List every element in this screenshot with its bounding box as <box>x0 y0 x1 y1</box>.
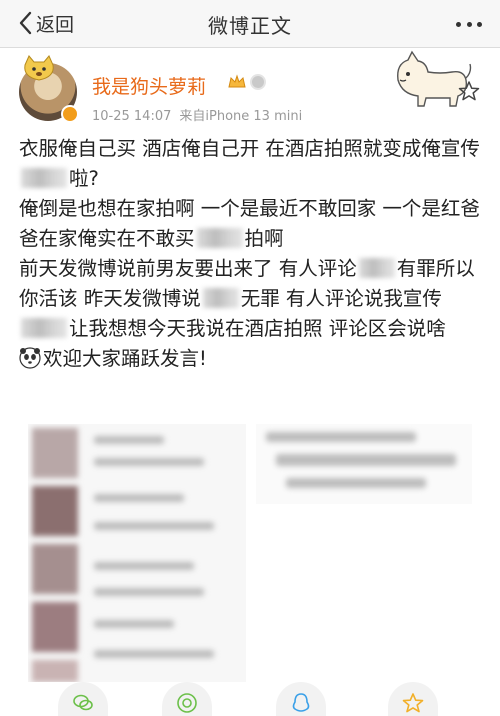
blurred-thumbnail <box>32 544 78 594</box>
blurred-line <box>276 454 456 466</box>
blurred-thumbnail <box>32 486 78 536</box>
blurred-text <box>21 318 67 338</box>
blurred-line <box>94 588 204 596</box>
nav-bar: 返回 微博正文 <box>0 0 500 48</box>
qzone-icon <box>402 693 424 713</box>
author-badges <box>228 74 266 90</box>
crown-icon <box>228 74 246 88</box>
more-button[interactable] <box>456 14 482 34</box>
blurred-line <box>94 436 164 444</box>
blurred-text <box>196 228 243 248</box>
share-wechat-button[interactable] <box>58 682 108 716</box>
text-segment: 欢迎大家踊跃发言! <box>43 347 207 370</box>
post-paragraph: 前天发微博说前男友要出来了 有人评论 有罪所以你活该 昨天发微博说 无罪 有人评论说… <box>19 254 487 344</box>
moments-icon <box>177 693 197 713</box>
blurred-thumbnail <box>32 660 78 682</box>
blurred-line <box>286 478 426 488</box>
text-segment: 拍啊 <box>244 227 284 250</box>
verified-badge-icon <box>61 105 79 123</box>
text-segment: 让我想想今天我说在酒店拍照 评论区会说啥 <box>69 317 446 340</box>
blurred-text <box>202 288 239 308</box>
blurred-text <box>21 168 67 188</box>
blurred-line <box>94 494 184 502</box>
blurred-thumbnail <box>32 602 78 652</box>
blurred-line <box>94 458 204 466</box>
author-name[interactable]: 我是狗头萝莉 <box>92 72 206 99</box>
text-segment: 啦? <box>69 167 99 190</box>
post-date: 10-25 14:07 <box>92 109 172 124</box>
wechat-icon <box>73 694 93 711</box>
medal-icon <box>250 74 266 90</box>
share-qq-button[interactable] <box>276 682 326 716</box>
blurred-text <box>358 258 395 278</box>
text-segment: 前天发微博说前男友要出来了 有人评论 <box>19 257 357 280</box>
post-meta: 10-25 14:07 来自iPhone 13 mini <box>92 105 302 124</box>
post-body: 衣服俺自己买 酒店俺自己开 在酒店拍照就变成俺宣传啦? 俺倒是也想在家拍啊 一个… <box>19 134 487 374</box>
post-image[interactable] <box>28 424 246 682</box>
share-qzone-button[interactable] <box>388 682 438 716</box>
share-bar <box>0 682 500 716</box>
more-dots-icon <box>456 21 461 27</box>
blurred-line <box>94 620 174 628</box>
blurred-line <box>266 432 416 442</box>
post-image[interactable] <box>256 424 472 504</box>
blurred-line <box>94 650 214 658</box>
post-paragraph: 俺倒是也想在家拍啊 一个是最近不敢回家 一个是红爸爸在家俺实在不敢买 拍啊 <box>19 194 487 254</box>
blurred-line <box>94 562 194 570</box>
page-title: 微博正文 <box>208 14 292 38</box>
qq-icon <box>292 693 310 712</box>
post-paragraph: 欢迎大家踊跃发言! <box>19 344 487 374</box>
post-source: 来自iPhone 13 mini <box>179 109 303 124</box>
blurred-thumbnail <box>32 428 78 478</box>
post-images <box>28 424 472 682</box>
panda-emoji-icon <box>19 347 41 369</box>
avatar-pendant-icon <box>24 55 54 81</box>
post-paragraph: 衣服俺自己买 酒店俺自己开 在酒店拍照就变成俺宣传啦? <box>19 134 487 194</box>
share-moments-button[interactable] <box>162 682 212 716</box>
text-segment: 衣服俺自己买 酒店俺自己开 在酒店拍照就变成俺宣传 <box>19 137 480 160</box>
blurred-line <box>94 522 214 530</box>
text-segment: 无罪 有人评论说我宣传 <box>240 287 442 310</box>
star-icon[interactable] <box>458 80 480 102</box>
